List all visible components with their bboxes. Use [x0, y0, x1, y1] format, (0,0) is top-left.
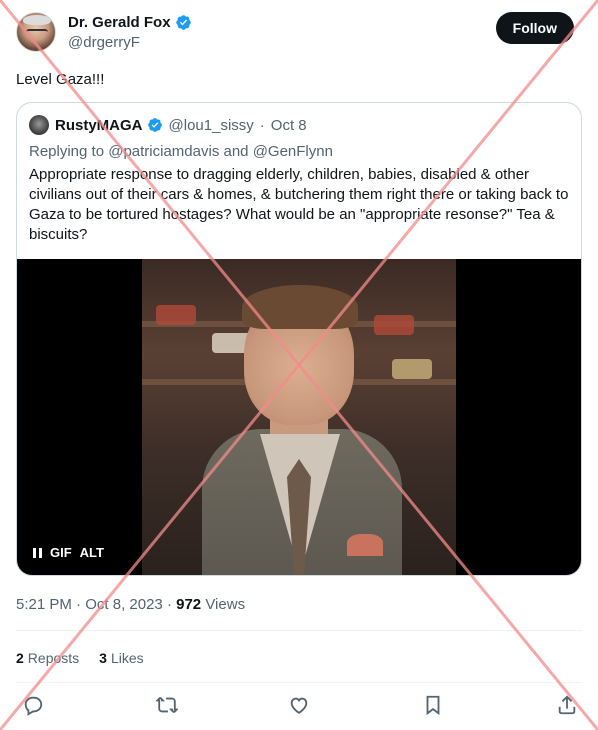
gif-frame [142, 259, 456, 575]
bookmark-icon[interactable] [422, 694, 444, 716]
tweet-timestamp-row: 5:21 PM · Oct 8, 2023 · 972 Views [16, 596, 245, 613]
quote-text: Appropriate response to dragging elderly… [29, 166, 569, 243]
author-handle[interactable]: @drgerryF [68, 34, 140, 51]
action-bar [16, 694, 582, 718]
verified-badge-icon [147, 118, 162, 132]
author-avatar[interactable] [16, 12, 56, 52]
quoted-tweet[interactable]: RustyMAGA @lou1_sissy · Oct 8 Replying t… [16, 102, 582, 576]
meta-dot-2: · [166, 596, 172, 613]
tweet-time[interactable]: 5:21 PM [16, 596, 72, 613]
repost-icon[interactable] [156, 694, 178, 716]
tweet-text: Level Gaza!!! [16, 71, 105, 88]
reply-mention-2[interactable]: @GenFlynn [253, 143, 333, 160]
reply-icon[interactable] [22, 694, 44, 716]
quote-avatar [29, 115, 49, 135]
likes-stat[interactable]: 3 Likes [99, 650, 143, 666]
likes-count: 3 [99, 650, 107, 666]
verified-badge-icon [175, 15, 191, 30]
views-count: 972 [176, 596, 202, 613]
gif-controls: GIF ALT [33, 545, 104, 560]
views-label: Views [205, 596, 246, 613]
quote-author-name: RustyMAGA [55, 116, 143, 134]
quote-separator: · [259, 116, 265, 134]
reposts-label: Reposts [27, 650, 80, 666]
share-icon[interactable] [556, 694, 578, 716]
tweet-header: Dr. Gerald Fox @drgerryF Follow [16, 12, 582, 56]
reposts-count: 2 [16, 650, 24, 666]
like-icon[interactable] [288, 694, 310, 716]
reposts-stat[interactable]: 2 Reposts [16, 650, 79, 666]
divider [16, 682, 582, 683]
alt-label[interactable]: ALT [80, 545, 104, 560]
meta-dot: · [76, 596, 82, 613]
quote-header: RustyMAGA @lou1_sissy · Oct 8 [29, 115, 307, 135]
author-name-row: Dr. Gerald Fox [68, 14, 192, 31]
divider [16, 630, 582, 631]
quote-author-handle: @lou1_sissy [168, 116, 254, 134]
tweet-date[interactable]: Oct 8, 2023 [85, 596, 163, 613]
quote-replying-to: Replying to @patriciamdavis and @GenFlyn… [29, 143, 333, 160]
quote-gif-media[interactable]: GIF ALT [17, 259, 581, 575]
pause-icon[interactable] [33, 547, 42, 558]
engagement-stats: 2 Reposts 3 Likes [16, 650, 144, 666]
reply-and: and [223, 143, 249, 160]
likes-label: Likes [110, 650, 144, 666]
follow-button[interactable]: Follow [495, 12, 574, 44]
reply-mention-1[interactable]: @patriciamdavis [108, 143, 219, 160]
gif-label: GIF [50, 545, 72, 560]
reply-prefix: Replying to [29, 143, 105, 160]
quote-date: Oct 8 [270, 116, 307, 134]
author-name[interactable]: Dr. Gerald Fox [68, 14, 171, 31]
